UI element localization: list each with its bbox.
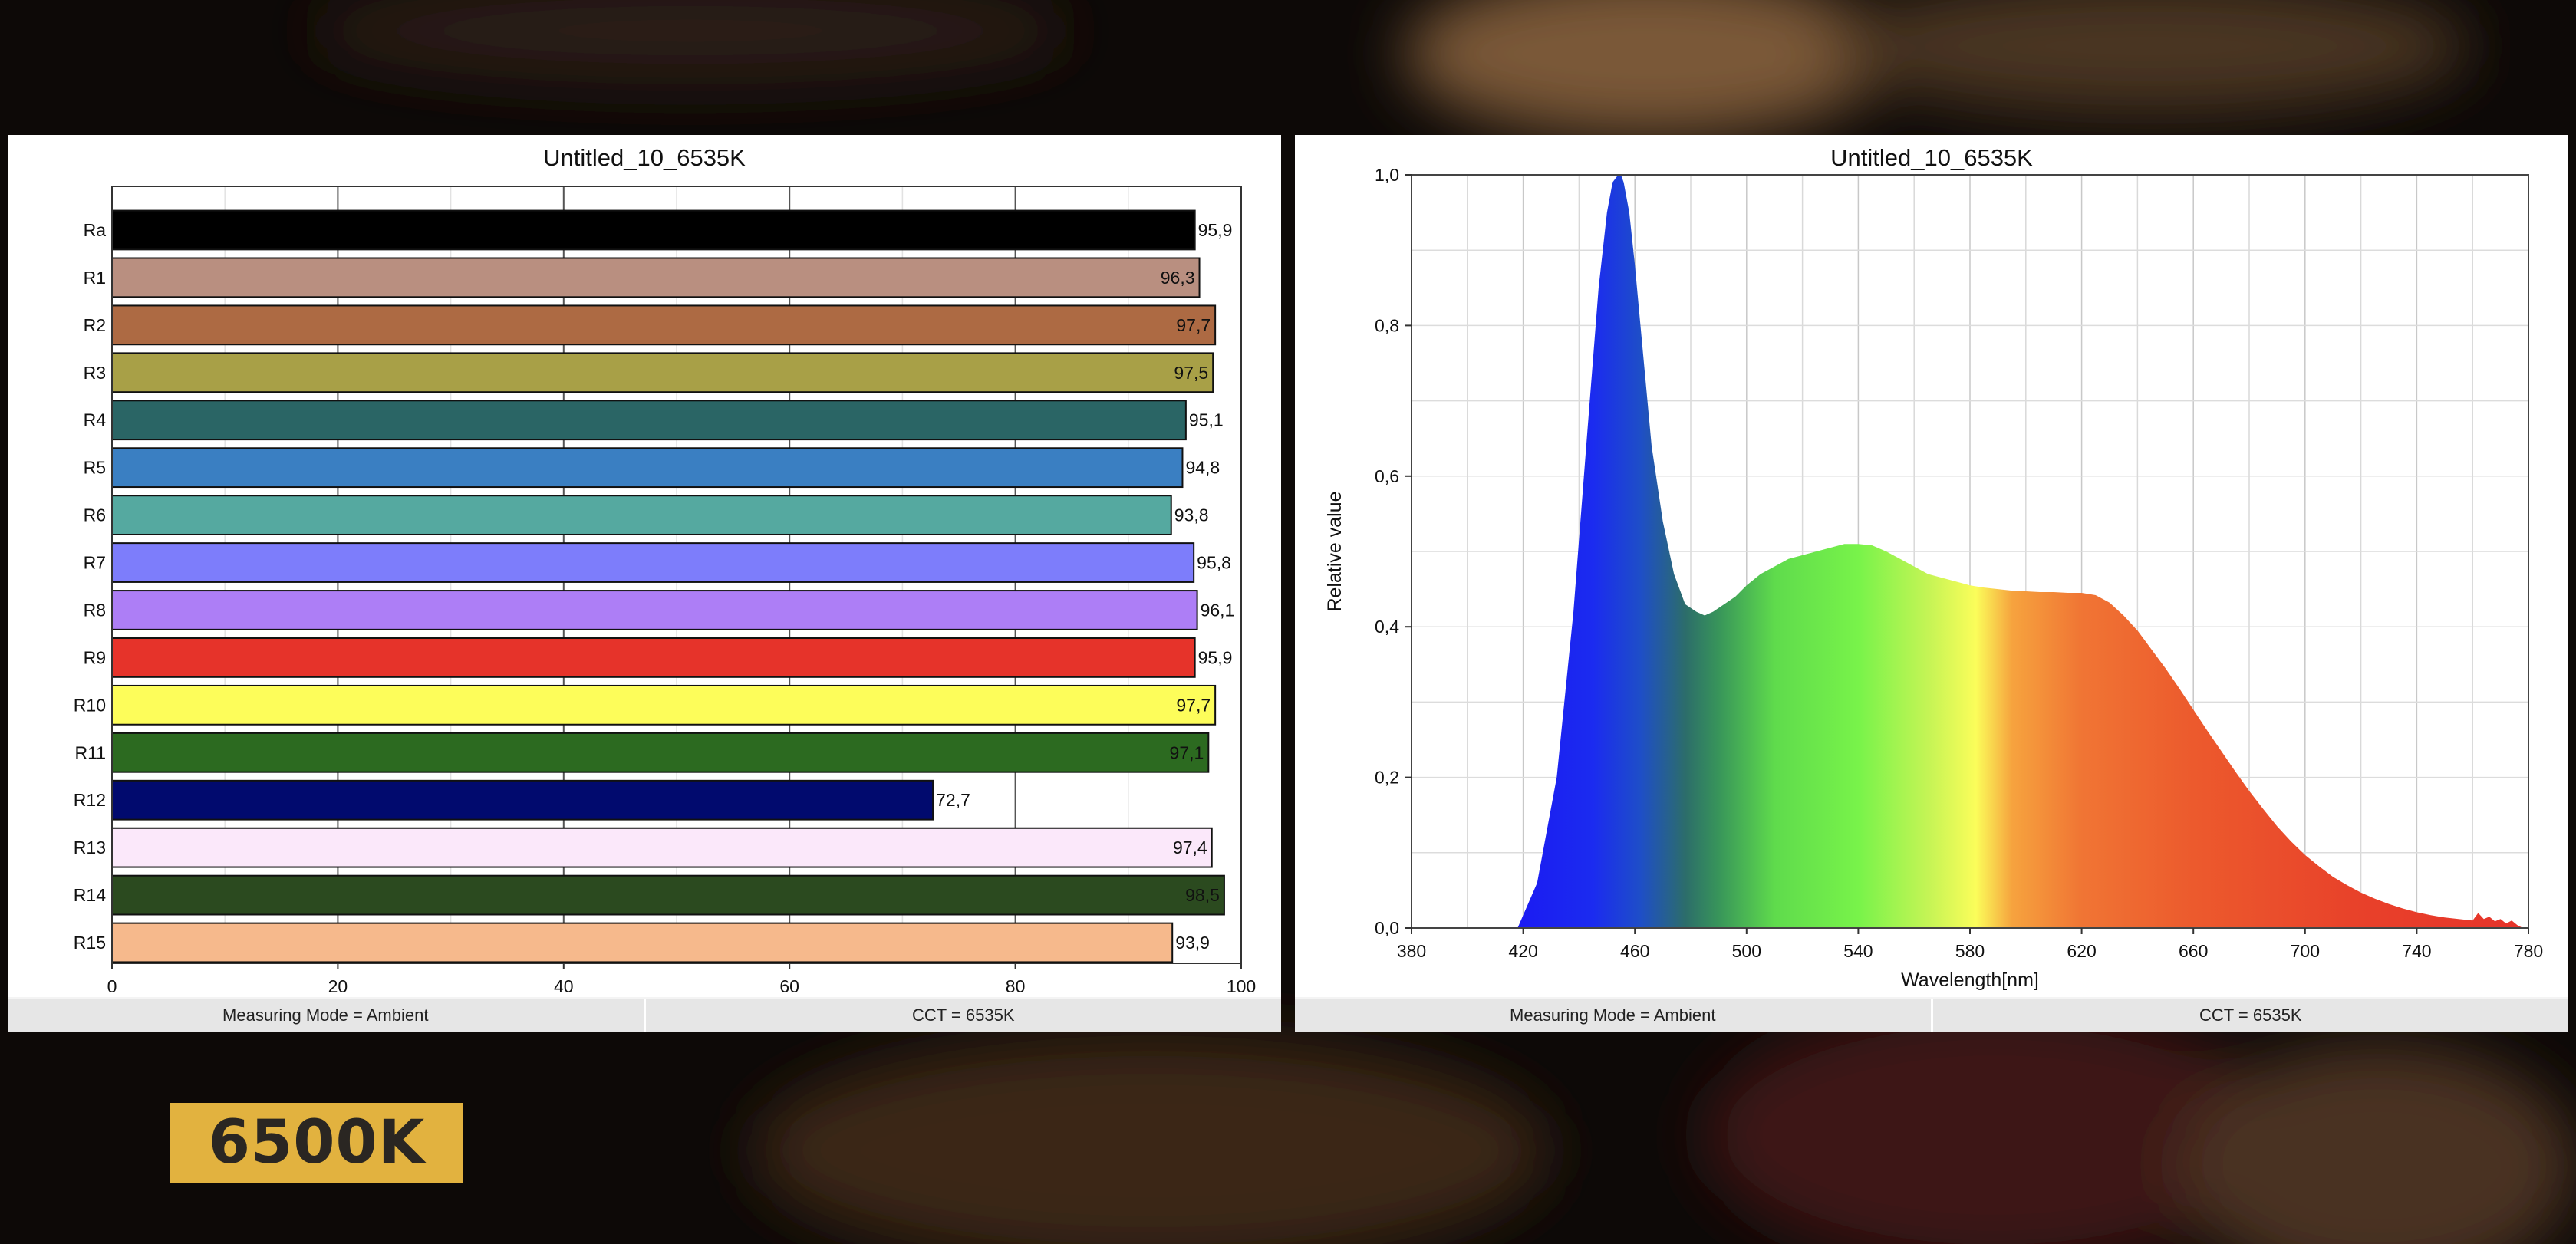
category-label: R7 bbox=[84, 553, 106, 573]
status-bar: Measuring Mode = Ambient CCT = 6535K bbox=[8, 997, 1281, 1032]
value-label: 95,1 bbox=[1189, 410, 1224, 430]
x-tick-label: 700 bbox=[2291, 941, 2320, 961]
value-label: 95,9 bbox=[1198, 647, 1233, 667]
x-tick-label: 780 bbox=[2514, 941, 2543, 961]
value-label: 94,8 bbox=[1185, 458, 1220, 478]
value-label: 98,5 bbox=[1185, 885, 1220, 905]
y-tick-label: 0,2 bbox=[1375, 768, 1399, 788]
bar-ra bbox=[111, 209, 1196, 251]
x-tick-label: 580 bbox=[1955, 941, 1985, 961]
y-tick-label: 1,0 bbox=[1375, 165, 1399, 185]
bar-r14 bbox=[111, 874, 1225, 916]
category-label: R1 bbox=[84, 268, 106, 288]
category-label: R12 bbox=[74, 790, 106, 810]
category-label: R5 bbox=[84, 458, 106, 478]
cct-badge: 6500K bbox=[170, 1103, 463, 1183]
x-tick-label: 80 bbox=[1006, 976, 1026, 996]
bar-r13 bbox=[111, 827, 1213, 868]
category-label: R9 bbox=[84, 647, 106, 667]
x-tick-label: 540 bbox=[1843, 941, 1873, 961]
x-tick-label: 460 bbox=[1620, 941, 1649, 961]
measuring-mode-status: Measuring Mode = Ambient bbox=[8, 999, 646, 1032]
value-label: 97,4 bbox=[1173, 838, 1207, 857]
x-tick-label: 660 bbox=[2179, 941, 2208, 961]
value-label: 96,3 bbox=[1161, 268, 1195, 288]
bar-r3 bbox=[111, 352, 1214, 393]
value-label: 97,1 bbox=[1170, 742, 1204, 762]
cct-status: CCT = 6535K bbox=[911, 1005, 1015, 1025]
y-tick-label: 0,4 bbox=[1375, 617, 1399, 637]
category-label: R10 bbox=[74, 695, 106, 715]
value-label: 96,1 bbox=[1201, 600, 1235, 620]
cct-status: CCT = 6535K bbox=[2199, 1005, 2302, 1025]
x-tick-label: 100 bbox=[1227, 976, 1256, 996]
category-label: R8 bbox=[84, 600, 106, 620]
value-label: 72,7 bbox=[936, 790, 970, 810]
y-axis-label: Relative value bbox=[1324, 491, 1346, 611]
category-label: R3 bbox=[84, 363, 106, 383]
bar-r5 bbox=[111, 447, 1184, 489]
x-tick-label: 0 bbox=[107, 976, 117, 996]
status-bar: Measuring Mode = Ambient CCT = 6535K bbox=[1295, 997, 2568, 1032]
x-tick-label: 380 bbox=[1397, 941, 1426, 961]
x-tick-label: 60 bbox=[779, 976, 799, 996]
category-label: Ra bbox=[84, 220, 107, 240]
category-label: R6 bbox=[84, 505, 106, 525]
bar-r11 bbox=[111, 732, 1210, 773]
value-label: 97,7 bbox=[1176, 695, 1211, 715]
cri-bar-chart: Untitled_10_6535K 95,9 96,3 97,7 97,5 95,1 94… bbox=[74, 144, 1256, 996]
category-label: R4 bbox=[84, 410, 107, 430]
value-label: 97,5 bbox=[1174, 363, 1208, 383]
y-tick-label: 0,0 bbox=[1375, 918, 1399, 938]
bar-r10 bbox=[111, 684, 1217, 726]
bar-r8 bbox=[111, 590, 1198, 630]
bar-r15 bbox=[111, 922, 1174, 963]
cri-chart-panel: Untitled_10_6535K 95,9 96,3 97,7 97,5 95,1 94… bbox=[8, 135, 1281, 1032]
value-label: 97,7 bbox=[1176, 315, 1211, 335]
bar-r7 bbox=[111, 542, 1195, 583]
spectrum-chart: Untitled_10_6535K 380 420 460 500 540 580 620 6… bbox=[1324, 144, 2543, 991]
cct-badge-label: 6500K bbox=[208, 1108, 426, 1177]
bar-r4 bbox=[111, 400, 1187, 441]
chart-title: Untitled_10_6535K bbox=[543, 144, 746, 171]
bar-r6 bbox=[111, 495, 1172, 535]
category-label: R13 bbox=[74, 838, 106, 857]
value-label: 93,9 bbox=[1175, 933, 1210, 953]
bar-r12 bbox=[111, 779, 934, 821]
x-tick-label: 20 bbox=[328, 976, 348, 996]
category-label: R11 bbox=[75, 742, 107, 762]
chart-title: Untitled_10_6535K bbox=[1830, 144, 2033, 171]
bar-r2 bbox=[111, 304, 1217, 346]
bar-r9 bbox=[111, 637, 1196, 678]
category-label: R14 bbox=[74, 885, 106, 905]
bar-r1 bbox=[111, 257, 1201, 298]
y-tick-label: 0,8 bbox=[1375, 315, 1399, 335]
category-label: R2 bbox=[84, 315, 106, 335]
value-label: 93,8 bbox=[1174, 505, 1209, 525]
category-label: R15 bbox=[74, 933, 106, 953]
x-tick-label: 40 bbox=[554, 976, 574, 996]
x-axis-label: Wavelength[nm] bbox=[1901, 969, 2039, 991]
x-tick-label: 420 bbox=[1508, 941, 1537, 961]
y-tick-label: 0,6 bbox=[1375, 466, 1399, 486]
value-label: 95,9 bbox=[1198, 220, 1233, 240]
x-tick-label: 500 bbox=[1732, 941, 1761, 961]
value-label: 95,8 bbox=[1197, 553, 1231, 573]
spectrum-chart-panel: Untitled_10_6535K 380 420 460 500 540 580 620 6… bbox=[1295, 135, 2568, 1032]
x-tick-label: 740 bbox=[2402, 941, 2431, 961]
measuring-mode-status: Measuring Mode = Ambient bbox=[1295, 999, 1933, 1032]
x-tick-label: 620 bbox=[2067, 941, 2096, 961]
